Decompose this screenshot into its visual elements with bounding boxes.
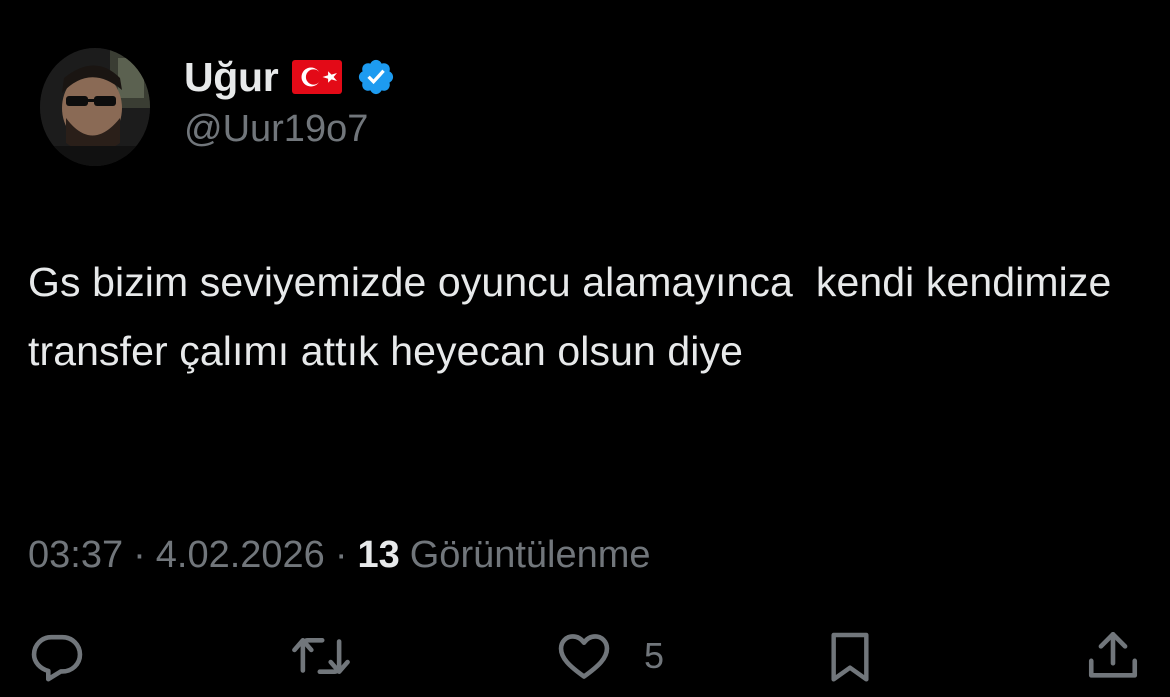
like-button[interactable]: 5 bbox=[554, 626, 664, 686]
avatar[interactable] bbox=[40, 48, 150, 166]
separator-dot: · bbox=[334, 533, 348, 576]
author-name-row: Uğur bbox=[184, 52, 396, 102]
separator-dot: · bbox=[133, 533, 146, 576]
retweet-icon bbox=[288, 627, 354, 685]
tweet-date[interactable]: 4.02.2026 bbox=[156, 534, 325, 577]
like-count: 5 bbox=[644, 635, 665, 676]
tweet-time[interactable]: 03:37 bbox=[28, 534, 123, 577]
share-icon bbox=[1084, 627, 1142, 685]
heart-icon bbox=[554, 627, 614, 685]
author-handle[interactable]: @Uur19o7 bbox=[184, 108, 368, 151]
display-name[interactable]: Uğur bbox=[184, 54, 279, 101]
share-button[interactable] bbox=[1084, 626, 1142, 686]
verified-badge-icon bbox=[356, 57, 396, 97]
views-count: 13 bbox=[357, 533, 400, 576]
retweet-button[interactable] bbox=[288, 626, 354, 686]
bookmark-button[interactable] bbox=[822, 626, 878, 686]
tweet-meta: 03:37 · 4.02.2026 · 13 Görüntülenme bbox=[28, 530, 651, 580]
bookmark-icon bbox=[822, 627, 878, 685]
tweet-text: Gs bizim seviyemizde oyuncu alamayınca k… bbox=[28, 259, 1123, 374]
tweet-detail: Uğur @Uur19o7 Gs bizim seviyemizde oyunc… bbox=[0, 0, 1170, 697]
views-label: Görüntülenme bbox=[409, 533, 651, 576]
turkey-flag-icon bbox=[292, 60, 343, 94]
reply-button[interactable] bbox=[28, 626, 86, 686]
reply-icon bbox=[28, 627, 86, 685]
